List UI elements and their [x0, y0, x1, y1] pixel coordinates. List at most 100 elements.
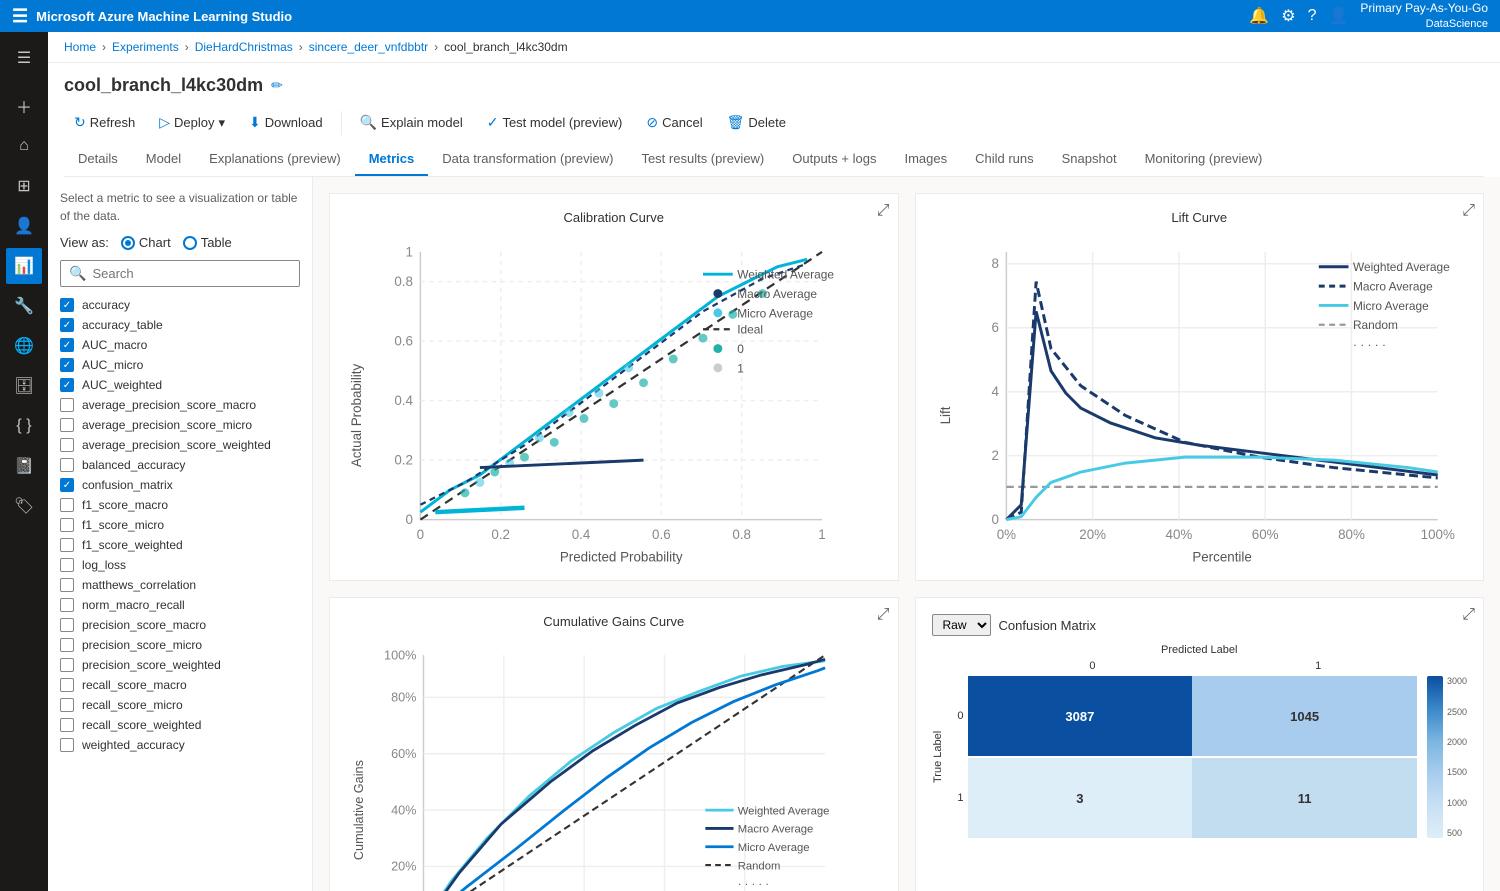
explain-model-button[interactable]: 🔍 Explain model: [350, 110, 473, 135]
deploy-chevron-icon[interactable]: ▾: [219, 115, 226, 131]
metric-item-average_precision_score_weighted[interactable]: average_precision_score_weighted: [60, 435, 300, 455]
svg-text:0: 0: [417, 527, 424, 542]
sidebar-icon-add[interactable]: ＋: [6, 88, 42, 124]
tab-child-runs[interactable]: Child runs: [961, 143, 1048, 176]
sidebar-icon-notebook[interactable]: 📓: [6, 448, 42, 484]
metric-item-norm_macro_recall[interactable]: norm_macro_recall: [60, 595, 300, 615]
checkbox-norm_macro_recall[interactable]: [60, 598, 74, 612]
metric-item-AUC_macro[interactable]: AUC_macro: [60, 335, 300, 355]
metric-item-precision_score_macro[interactable]: precision_score_macro: [60, 615, 300, 635]
metric-item-f1_score_micro[interactable]: f1_score_micro: [60, 515, 300, 535]
checkbox-accuracy_table[interactable]: [60, 318, 74, 332]
table-radio[interactable]: [183, 236, 197, 250]
checkbox-AUC_weighted[interactable]: [60, 378, 74, 392]
metric-item-AUC_micro[interactable]: AUC_micro: [60, 355, 300, 375]
checkbox-precision_score_weighted[interactable]: [60, 658, 74, 672]
sidebar-icon-menu[interactable]: ☰: [6, 40, 42, 76]
checkbox-AUC_micro[interactable]: [60, 358, 74, 372]
cancel-button[interactable]: ⊘ Cancel: [636, 110, 712, 135]
metric-item-accuracy[interactable]: accuracy: [60, 295, 300, 315]
bell-icon[interactable]: 🔔: [1249, 6, 1269, 26]
checkbox-confusion_matrix[interactable]: [60, 478, 74, 492]
checkbox-f1_score_weighted[interactable]: [60, 538, 74, 552]
tab-monitoring[interactable]: Monitoring (preview): [1131, 143, 1277, 176]
tab-explanations[interactable]: Explanations (preview): [195, 143, 355, 176]
checkbox-recall_score_weighted[interactable]: [60, 718, 74, 732]
checkbox-average_precision_score_weighted[interactable]: [60, 438, 74, 452]
metric-item-weighted_accuracy[interactable]: weighted_accuracy: [60, 735, 300, 755]
breadcrumb-home[interactable]: Home: [64, 40, 96, 54]
metric-item-confusion_matrix[interactable]: confusion_matrix: [60, 475, 300, 495]
checkbox-recall_score_macro[interactable]: [60, 678, 74, 692]
tab-snapshot[interactable]: Snapshot: [1048, 143, 1131, 176]
breadcrumb-sincere-deer[interactable]: sincere_deer_vnfdbbtr: [309, 40, 428, 54]
raw-select[interactable]: Raw: [932, 614, 991, 636]
sidebar-icon-tag[interactable]: 🏷: [6, 488, 42, 524]
metric-item-recall_score_micro[interactable]: recall_score_micro: [60, 695, 300, 715]
checkbox-matthews_correlation[interactable]: [60, 578, 74, 592]
checkbox-average_precision_score_macro[interactable]: [60, 398, 74, 412]
breadcrumb-diehardchristmas[interactable]: DieHardChristmas: [195, 40, 293, 54]
metric-item-AUC_weighted[interactable]: AUC_weighted: [60, 375, 300, 395]
sidebar-icon-code[interactable]: { }: [6, 408, 42, 444]
gear-icon[interactable]: ⚙: [1281, 6, 1295, 26]
metric-item-log_loss[interactable]: log_loss: [60, 555, 300, 575]
sidebar-icon-person[interactable]: 👤: [6, 208, 42, 244]
chart-radio-label[interactable]: Chart: [121, 235, 171, 250]
checkbox-precision_score_micro[interactable]: [60, 638, 74, 652]
search-input[interactable]: [92, 266, 291, 281]
checkbox-AUC_macro[interactable]: [60, 338, 74, 352]
sidebar-icon-home[interactable]: ⌂: [6, 128, 42, 164]
metric-item-precision_score_micro[interactable]: precision_score_micro: [60, 635, 300, 655]
account-icon[interactable]: 👤: [1328, 6, 1348, 26]
checkbox-recall_score_micro[interactable]: [60, 698, 74, 712]
sidebar-icon-chart[interactable]: 📊: [6, 248, 42, 284]
expand-calibration-icon[interactable]: ⤢: [877, 202, 890, 220]
cancel-label: Cancel: [662, 115, 702, 130]
metric-item-accuracy_table[interactable]: accuracy_table: [60, 315, 300, 335]
metric-item-average_precision_score_macro[interactable]: average_precision_score_macro: [60, 395, 300, 415]
tab-metrics[interactable]: Metrics: [355, 143, 429, 176]
tab-outputs-logs[interactable]: Outputs + logs: [778, 143, 890, 176]
tab-data-transformation[interactable]: Data transformation (preview): [428, 143, 627, 176]
help-icon[interactable]: ?: [1308, 7, 1317, 25]
metric-item-precision_score_weighted[interactable]: precision_score_weighted: [60, 655, 300, 675]
checkbox-f1_score_macro[interactable]: [60, 498, 74, 512]
delete-button[interactable]: 🗑 Delete: [717, 110, 796, 135]
metric-item-matthews_correlation[interactable]: matthews_correlation: [60, 575, 300, 595]
sidebar-icon-grid[interactable]: ⊞: [6, 168, 42, 204]
metric-item-recall_score_macro[interactable]: recall_score_macro: [60, 675, 300, 695]
tab-details[interactable]: Details: [64, 143, 132, 176]
svg-text:1: 1: [818, 527, 825, 542]
breadcrumb-experiments[interactable]: Experiments: [112, 40, 179, 54]
metric-item-balanced_accuracy[interactable]: balanced_accuracy: [60, 455, 300, 475]
metric-item-recall_score_weighted[interactable]: recall_score_weighted: [60, 715, 300, 735]
sidebar-icon-storage[interactable]: 🗄: [6, 368, 42, 404]
chart-radio[interactable]: [121, 236, 135, 250]
checkbox-weighted_accuracy[interactable]: [60, 738, 74, 752]
metric-item-average_precision_score_micro[interactable]: average_precision_score_micro: [60, 415, 300, 435]
checkbox-accuracy[interactable]: [60, 298, 74, 312]
sidebar-icon-tools[interactable]: 🔧: [6, 288, 42, 324]
edit-icon[interactable]: ✏: [271, 77, 283, 94]
hamburger-icon[interactable]: ☰: [12, 6, 28, 27]
expand-lift-icon[interactable]: ⤢: [1462, 202, 1475, 220]
tab-model[interactable]: Model: [132, 143, 195, 176]
metric-item-f1_score_weighted[interactable]: f1_score_weighted: [60, 535, 300, 555]
download-button[interactable]: ⬇ Download: [239, 110, 333, 135]
checkbox-f1_score_micro[interactable]: [60, 518, 74, 532]
test-model-button[interactable]: ✓ Test model (preview): [477, 110, 633, 135]
deploy-button[interactable]: ▷ Deploy ▾: [149, 110, 235, 135]
expand-confusion-icon[interactable]: ⤢: [1462, 606, 1475, 624]
expand-gains-icon[interactable]: ⤢: [877, 606, 890, 624]
checkbox-precision_score_macro[interactable]: [60, 618, 74, 632]
checkbox-log_loss[interactable]: [60, 558, 74, 572]
sidebar-icon-globe[interactable]: 🌐: [6, 328, 42, 364]
metric-item-f1_score_macro[interactable]: f1_score_macro: [60, 495, 300, 515]
tab-test-results[interactable]: Test results (preview): [627, 143, 778, 176]
tab-images[interactable]: Images: [890, 143, 961, 176]
checkbox-balanced_accuracy[interactable]: [60, 458, 74, 472]
table-radio-label[interactable]: Table: [183, 235, 232, 250]
checkbox-average_precision_score_micro[interactable]: [60, 418, 74, 432]
refresh-button[interactable]: ↻ Refresh: [64, 110, 145, 135]
